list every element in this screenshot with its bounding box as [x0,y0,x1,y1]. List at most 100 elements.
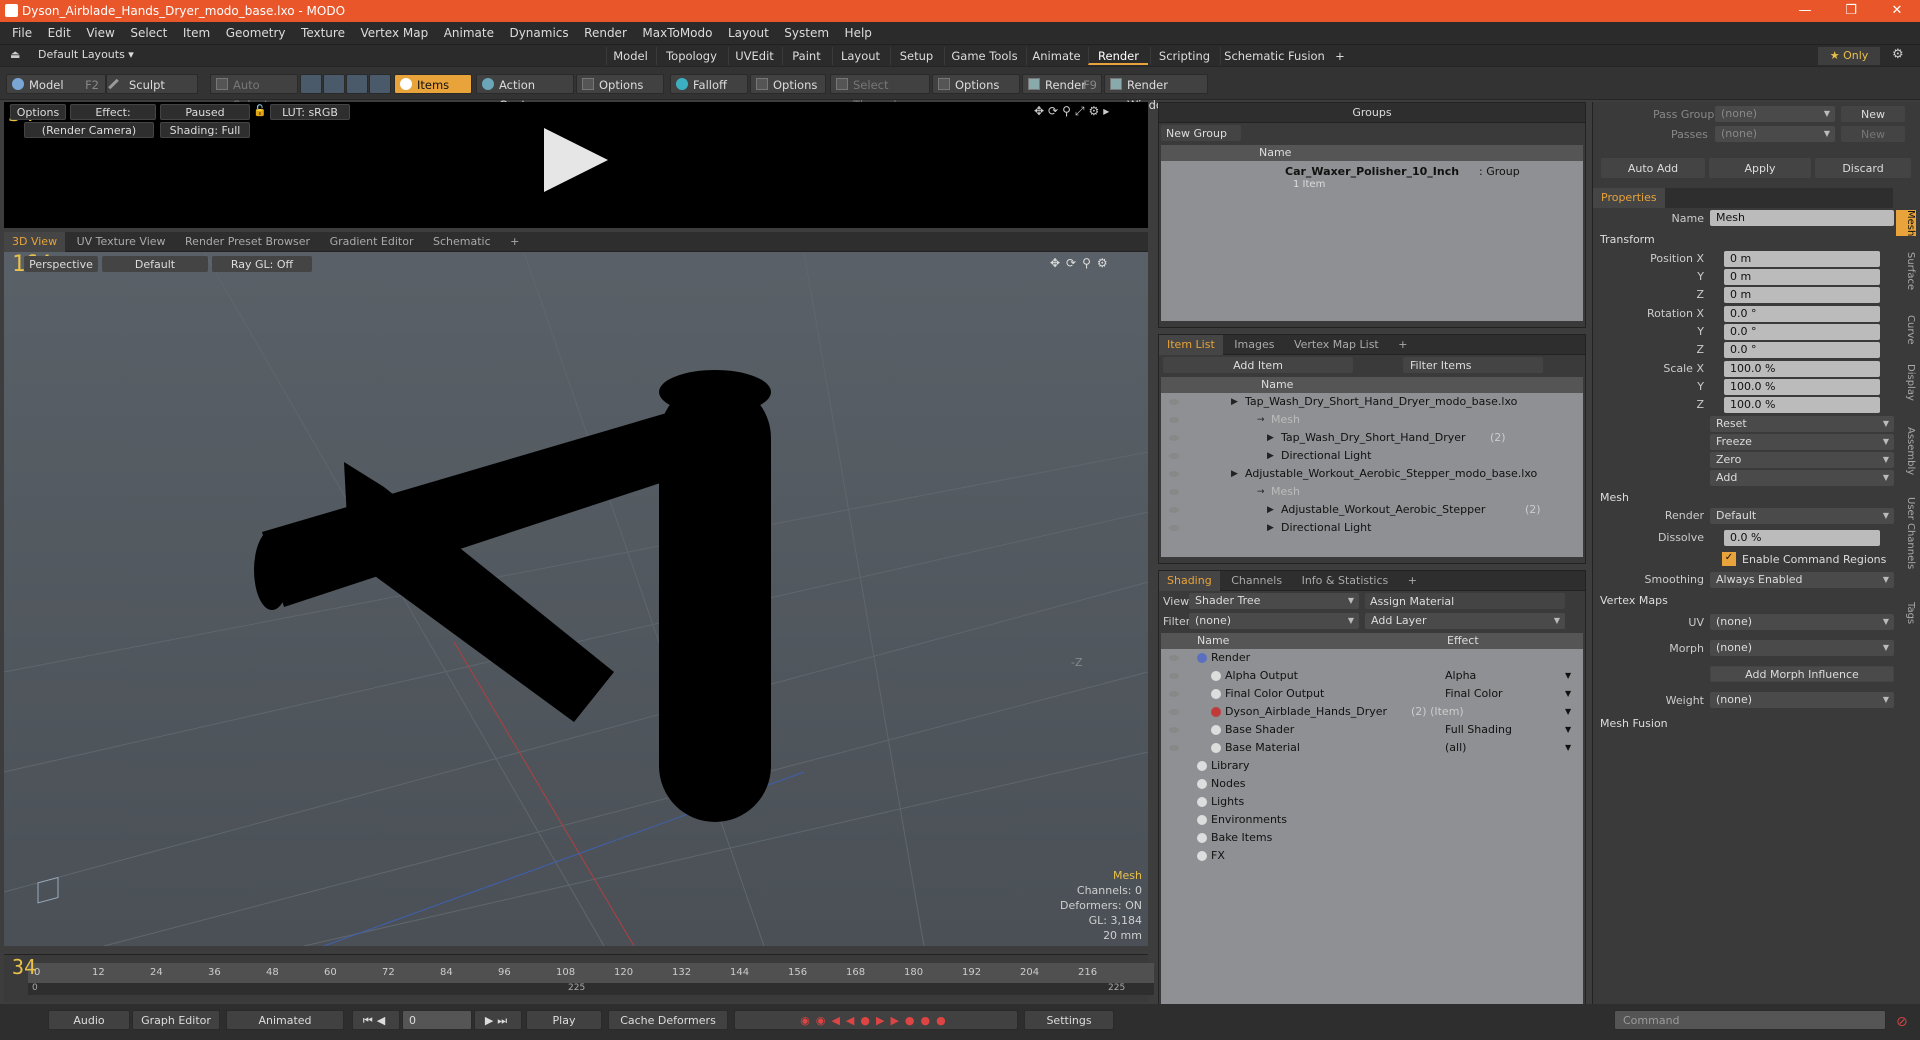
item-list-row[interactable]: ▶ Directional Light [1161,519,1581,537]
item-list-row[interactable]: ▶ Directional Light [1161,447,1581,465]
action-center-options[interactable]: Options [576,74,664,94]
layer-effect[interactable]: Full Shading [1445,721,1512,739]
visibility-eye-icon[interactable] [1169,453,1179,459]
tab-model[interactable]: Model [606,47,654,65]
menu-file[interactable]: File [12,26,32,40]
add-layer-dropdown[interactable]: Add Layer [1365,613,1565,629]
filter-items-field[interactable]: Filter Items [1403,357,1543,373]
falloff-button[interactable]: Falloff [670,74,748,94]
menu-render[interactable]: Render [584,26,627,40]
tab-topology[interactable]: Topology [656,47,726,65]
layout-menu-icon[interactable]: ⏏ [10,48,20,61]
expand-arrow-icon[interactable]: ▶ [1267,519,1274,537]
record-macro-icon[interactable]: ⊘ [1896,1014,1908,1030]
shader-tree-row[interactable]: Bake Items [1161,829,1581,847]
vertices-mode-icon[interactable] [300,74,322,94]
transform-reset-dropdown[interactable]: Reset [1710,416,1894,432]
raygl-dropdown[interactable]: Ray GL: Off [212,256,312,272]
position-y-field[interactable]: 0 m [1724,269,1880,285]
mesh-fusion-section[interactable]: Mesh Fusion [1600,716,1668,732]
command-input[interactable]: Command [1614,1010,1886,1030]
transform-zero-dropdown[interactable]: Zero [1710,452,1894,468]
expand-arrow-icon[interactable]: ▶ [1231,465,1238,483]
transform-add-dropdown[interactable]: Add [1710,470,1894,486]
3d-viewport[interactable]: 3D View UV Texture View Render Preset Br… [4,232,1148,946]
key-controls-icons[interactable]: ◉◉◀◀●▶▶●●● [734,1010,1018,1030]
auto-add-button[interactable]: Auto Add [1601,158,1705,178]
expand-arrow-icon[interactable]: ▶ [1231,393,1238,411]
visibility-eye-icon[interactable] [1169,399,1179,405]
only-button[interactable]: ★ Only [1818,47,1880,65]
perspective-dropdown[interactable]: Perspective [24,256,98,272]
menu-geometry[interactable]: Geometry [226,26,286,40]
smoothing-dropdown[interactable]: Always Enabled [1710,572,1894,588]
select-options[interactable]: Options [932,74,1020,94]
expand-arrow-icon[interactable]: → [1257,483,1265,501]
polygons-mode-icon[interactable] [346,74,368,94]
visibility-eye-icon[interactable] [1169,435,1179,441]
visibility-eye-icon[interactable] [1169,673,1179,679]
tab-uvedit[interactable]: UVEdit [728,47,780,65]
side-tab-user-channels[interactable]: User Channels [1896,497,1916,569]
side-tab-mesh[interactable]: Mesh [1896,210,1916,237]
effect-dropdown-arrow-icon[interactable]: ▼ [1565,667,1571,685]
items-mode-button[interactable]: Items [394,74,472,94]
timeline-range-bar[interactable]: 0 225 225 [28,983,1154,995]
effect-dropdown-arrow-icon[interactable]: ▼ [1565,739,1571,757]
dissolve-field[interactable]: 0.0 % [1724,530,1880,546]
vertex-maps-section[interactable]: Vertex Maps [1600,593,1668,609]
render-options-button[interactable]: Options [10,104,66,120]
shader-tree-row[interactable]: Dyson_Airblade_Hands_Dryer (2) (Item) ▼ [1161,703,1581,721]
paused-button[interactable]: Paused [160,104,250,120]
render-button[interactable]: Render F9 [1022,74,1102,94]
visibility-eye-icon[interactable] [1169,691,1179,697]
shading-dropdown[interactable]: Shading: Full [160,122,250,138]
tab-properties[interactable]: Properties [1593,188,1665,208]
morph-dropdown[interactable]: (none) [1710,640,1894,656]
passes-dropdown[interactable]: (none) [1715,126,1835,142]
item-list-row[interactable]: → Mesh [1161,483,1581,501]
menu-edit[interactable]: Edit [48,26,71,40]
effect-dropdown-arrow-icon[interactable]: ▼ [1565,703,1571,721]
play-icon[interactable] [544,128,608,192]
tab-setup[interactable]: Setup [890,47,942,65]
view-dropdown[interactable]: Shader Tree [1189,593,1359,609]
visibility-eye-icon[interactable] [1169,655,1179,661]
layer-effect[interactable]: (all) [1445,739,1466,757]
falloff-options[interactable]: Options [750,74,826,94]
effect-dropdown-arrow-icon[interactable]: ▼ [1565,685,1571,703]
add-viewport-tab-button[interactable]: + [502,232,527,252]
shader-tree-row[interactable]: Base Shader Full Shading ▼ [1161,721,1581,739]
shader-tree-row[interactable]: Nodes [1161,775,1581,793]
layer-effect[interactable]: Final Color [1445,685,1503,703]
default-style-dropdown[interactable]: Default [102,256,208,272]
model-mode-button[interactable]: Model F2 [6,74,106,94]
tab-item-list[interactable]: Item List [1159,335,1223,355]
shader-tree-row[interactable]: Render [1161,649,1581,667]
item-list-row[interactable]: ▶ Tap_Wash_Dry_Short_Hand_Dryer (2) [1161,429,1581,447]
settings-button[interactable]: Settings [1024,1010,1114,1030]
rotation-y-field[interactable]: 0.0 ° [1724,324,1880,340]
add-tab-button[interactable]: + [1330,47,1350,65]
effect-dropdown[interactable]: Effect: (Shadi... [70,104,156,135]
scale-x-field[interactable]: 100.0 % [1724,361,1880,377]
item-list-row[interactable]: → Mesh [1161,411,1581,429]
audio-button[interactable]: Audio [48,1010,130,1030]
expand-arrow-icon[interactable]: ▶ [1267,447,1274,465]
transform-freeze-dropdown[interactable]: Freeze [1710,434,1894,450]
visibility-eye-icon[interactable] [1169,709,1179,715]
shader-tree-row[interactable]: FX [1161,847,1581,865]
maximize-button[interactable]: ❐ [1828,0,1874,22]
edges-mode-icon[interactable] [323,74,345,94]
visibility-eye-icon[interactable] [1169,745,1179,751]
tab-info-statistics[interactable]: Info & Statistics [1294,571,1397,591]
add-list-tab-button[interactable]: + [1390,335,1415,355]
visibility-eye-icon[interactable] [1169,471,1179,477]
graph-editor-button[interactable]: Graph Editor [132,1010,220,1030]
rotation-z-field[interactable]: 0.0 ° [1724,342,1880,358]
side-tab-curve[interactable]: Curve [1896,315,1916,345]
effect-dropdown-arrow-icon[interactable]: ▼ [1565,721,1571,739]
scale-y-field[interactable]: 100.0 % [1724,379,1880,395]
menu-view[interactable]: View [86,26,114,40]
side-tab-display[interactable]: Display [1896,364,1916,401]
